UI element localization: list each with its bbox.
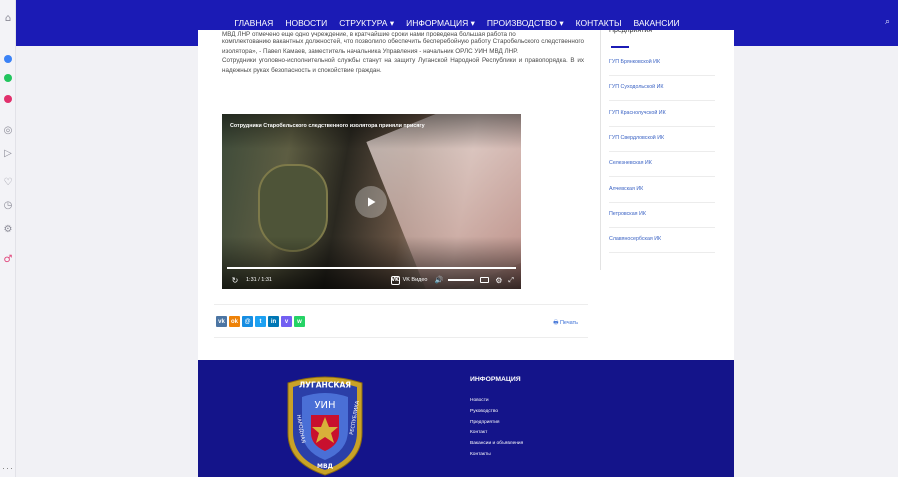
share-twitter-button[interactable]: t bbox=[255, 316, 266, 327]
home-icon[interactable]: ⌂ bbox=[1, 12, 15, 26]
sidebar-heading: Предприятия bbox=[609, 30, 653, 34]
article-paragraph: комплектованию вакантных должностей, что… bbox=[222, 38, 584, 55]
article-body: МВД ЛНР отмечено еще одно учреждение, в … bbox=[222, 30, 584, 75]
play-button[interactable] bbox=[355, 186, 387, 218]
volume-icon[interactable]: 🔊 bbox=[435, 276, 444, 284]
footer-link[interactable]: Новости bbox=[470, 396, 523, 407]
whatsapp-dot bbox=[4, 74, 12, 82]
footer-links: Новости Руководство Предприятия Контакт Вака… bbox=[470, 396, 523, 461]
article-paragraph: Сотрудники уголовно-исполнительной служб… bbox=[222, 57, 584, 74]
video-progress-bar[interactable] bbox=[227, 267, 516, 269]
emblem-text-top: ЛУГАНСКАЯ bbox=[299, 381, 351, 390]
sidebar-link-enterprise[interactable]: Петровская ИК bbox=[609, 211, 715, 228]
vk-video-logo-icon[interactable]: VK bbox=[390, 275, 400, 285]
sidebar-link-enterprise[interactable]: ГУП Свердловской ИК bbox=[609, 135, 715, 152]
content-panel: МВД ЛНР отмечено еще одно учреждение, в … bbox=[198, 30, 734, 360]
whatsapp-icon[interactable] bbox=[1, 71, 15, 85]
share-vk-button[interactable]: vk bbox=[216, 316, 227, 327]
search-icon[interactable]: ⌕ bbox=[885, 17, 890, 27]
enterprises-sidebar: Предприятия ГУП Брянковской ИК ГУП Суходо… bbox=[600, 30, 720, 270]
sidebar-link-enterprise[interactable]: ГУП Брянковской ИК bbox=[609, 59, 715, 76]
article-clipped-line: МВД ЛНР отмечено еще одно учреждение, в … bbox=[222, 31, 516, 37]
print-link[interactable]: 🖶 Печать bbox=[553, 319, 578, 328]
sidebar-more-button[interactable]: ··· bbox=[0, 463, 16, 473]
footer-link[interactable]: Контакт bbox=[470, 428, 523, 439]
footer-link[interactable]: Вакансии и объявления bbox=[470, 439, 523, 450]
footer: ЛУГАНСКАЯ УИН НАРОДНАЯ РЕСПУБЛИКА МВД ИН… bbox=[198, 360, 734, 477]
video-controls: ↻ 1:31 / 1:31 VK VK Видео 🔊 ⚙ ⤢ bbox=[222, 272, 521, 288]
emblem-text-bottom: МВД bbox=[317, 463, 333, 470]
replay-icon[interactable]: ↻ bbox=[229, 276, 241, 285]
share-viber-button[interactable]: v bbox=[281, 316, 292, 327]
video-time: 1:31 / 1:31 bbox=[246, 277, 272, 283]
footer-link[interactable]: Руководство bbox=[470, 407, 523, 418]
gear-icon[interactable]: ⚙ bbox=[495, 276, 502, 285]
vk-video-label[interactable]: VK Видео bbox=[403, 277, 428, 283]
player-icon[interactable]: ◎ bbox=[1, 124, 15, 138]
video-progress-fill bbox=[227, 267, 516, 269]
footer-link[interactable]: Предприятия bbox=[470, 418, 523, 429]
settings-icon[interactable]: ⚙ bbox=[1, 223, 15, 237]
subtitles-icon[interactable] bbox=[480, 277, 490, 283]
pin-icon[interactable]: ♂ bbox=[1, 253, 15, 267]
sidebar-link-enterprise[interactable]: ГУП Краснолучской ИК bbox=[609, 110, 715, 127]
play-icon bbox=[368, 197, 376, 207]
footer-heading: ИНФОРМАЦИЯ bbox=[470, 376, 521, 383]
send-icon[interactable]: ▷ bbox=[1, 147, 15, 161]
sidebar-link-enterprise[interactable]: ГУП Суходольской ИК bbox=[609, 84, 715, 102]
instagram-icon[interactable] bbox=[1, 92, 15, 106]
share-row: vk ok @ t in v w 🖶 Печать bbox=[214, 304, 588, 338]
history-icon[interactable]: ◷ bbox=[1, 199, 15, 213]
messenger-dot bbox=[4, 55, 12, 63]
sidebar-link-enterprise[interactable]: Алчевская ИК bbox=[609, 186, 715, 203]
browser-sidebar: ⌂ ◎ ▷ ♡ ◷ ⚙ ♂ bbox=[0, 0, 16, 477]
footer-link[interactable]: Контакты bbox=[470, 450, 523, 461]
share-buttons: vk ok @ t in v w bbox=[216, 316, 305, 327]
video-player[interactable]: Сотрудники Старобельского следственного … bbox=[222, 114, 521, 289]
sidebar-heading-accent bbox=[611, 46, 629, 48]
share-ok-button[interactable]: ok bbox=[229, 316, 240, 327]
fullscreen-icon[interactable]: ⤢ bbox=[508, 276, 514, 285]
heart-icon[interactable]: ♡ bbox=[1, 176, 15, 190]
uin-emblem-logo[interactable]: ЛУГАНСКАЯ УИН НАРОДНАЯ РЕСПУБЛИКА МВД bbox=[282, 375, 368, 477]
share-linkedin-button[interactable]: in bbox=[268, 316, 279, 327]
volume-slider[interactable] bbox=[448, 279, 475, 281]
share-whatsapp-button[interactable]: w bbox=[294, 316, 305, 327]
emblem-text-center: УИН bbox=[314, 400, 335, 411]
messenger-icon[interactable] bbox=[1, 52, 15, 66]
sidebar-link-enterprise[interactable]: Славяносербская ИК bbox=[609, 236, 715, 254]
video-title[interactable]: Сотрудники Старобельского следственного … bbox=[230, 123, 425, 129]
share-mail-button[interactable]: @ bbox=[242, 316, 253, 327]
sidebar-link-enterprise[interactable]: Селезневская ИК bbox=[609, 160, 715, 178]
instagram-dot bbox=[4, 95, 12, 103]
